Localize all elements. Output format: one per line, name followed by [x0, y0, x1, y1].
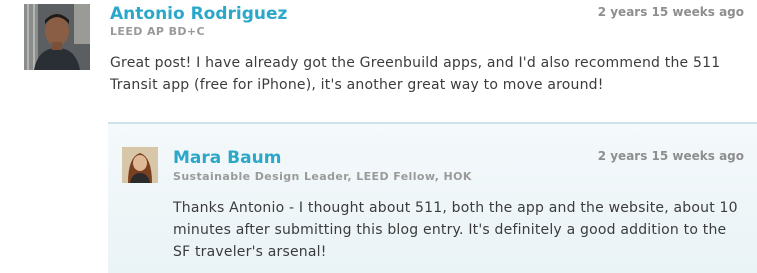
- author-name-link[interactable]: Antonio Rodriguez: [110, 4, 287, 24]
- reply-timestamp: 2 years 15 weeks ago: [597, 149, 744, 163]
- comment-timestamp: 2 years 15 weeks ago: [597, 5, 744, 19]
- author-credential: LEED AP BD+C: [110, 25, 206, 38]
- comment-body: Great post! I have already got the Green…: [110, 55, 721, 93]
- avatar[interactable]: [24, 4, 90, 70]
- user-photo-icon: [122, 147, 158, 183]
- comment-thread: Antonio Rodriguez LEED AP BD+C 2 years 1…: [0, 0, 757, 273]
- reply-author-credential: Sustainable Design Leader, LEED Fellow, …: [173, 170, 472, 183]
- user-photo-icon: [24, 4, 90, 70]
- reply-author-name-link[interactable]: Mara Baum: [173, 148, 281, 168]
- reply-body: Thanks Antonio - I thought about 511, bo…: [173, 200, 738, 260]
- reply-avatar[interactable]: [122, 147, 158, 183]
